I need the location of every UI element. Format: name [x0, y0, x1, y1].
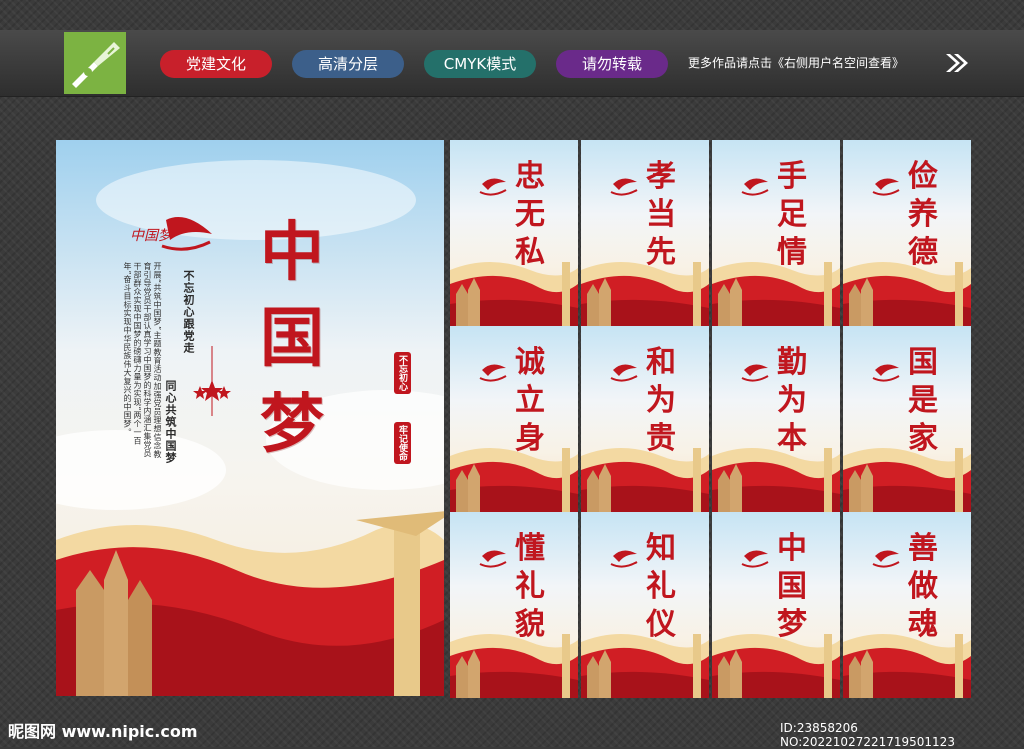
value-panel: 中国梦: [712, 512, 840, 698]
svg-text:中国梦: 中国梦: [130, 228, 174, 244]
value-panel: 善做魂: [843, 512, 971, 698]
panel-flag-art: [712, 262, 840, 326]
site-watermark: 昵图网 www.nipic.com: [8, 722, 198, 741]
china-dream-mini-logo: [610, 178, 638, 196]
china-dream-mini-logo: [610, 364, 638, 382]
value-panel: 国是家: [843, 326, 971, 512]
panel-flag-art: [843, 262, 971, 326]
double-chevron-right-icon[interactable]: [944, 52, 970, 74]
china-dream-mini-logo: [479, 550, 507, 568]
tag-cmyk-mode[interactable]: CMYK模式: [424, 50, 536, 78]
panel-flag-art: [450, 634, 578, 698]
china-dream-logo: 中国梦: [130, 217, 212, 251]
red-flag-art: [56, 511, 444, 696]
slogan-line-1: 不忘初心跟党走: [182, 270, 195, 354]
slogan-line-2: 同心共筑中国梦: [164, 380, 177, 464]
china-dream-mini-logo: [610, 550, 638, 568]
china-dream-mini-logo: [479, 178, 507, 196]
value-panel: 诚立身: [450, 326, 578, 512]
badge-bear-mission: 牢记使命: [394, 422, 411, 464]
tag-party-culture[interactable]: 党建文化: [160, 50, 272, 78]
value-panel: 俭养德: [843, 140, 971, 326]
background-canvas: 党建文化 高清分层 CMYK模式 请勿转载 更多作品请点击《右侧用户名空间查看》…: [0, 0, 1024, 749]
panel-flag-art: [843, 634, 971, 698]
main-body-text: 开展“共筑中国梦”主题教育活动加强党员理想信念教育引导党员干部认真学习中国梦的科…: [123, 262, 162, 459]
value-panel: 手足情: [712, 140, 840, 326]
china-dream-mini-logo: [872, 178, 900, 196]
value-panel: 知礼仪: [581, 512, 709, 698]
china-dream-mini-logo: [872, 364, 900, 382]
value-panel: 懂礼貌: [450, 512, 578, 698]
panel-flag-art: [450, 448, 578, 512]
image-id-text: ID:23858206 NO:20221027221719501123: [780, 721, 955, 749]
value-panel: 和为贵: [581, 326, 709, 512]
stars-icon: [193, 346, 231, 416]
value-panel: 勤为本: [712, 326, 840, 512]
panel-flag-art: [581, 634, 709, 698]
china-dream-mini-logo: [479, 364, 507, 382]
china-dream-mini-logo: [741, 364, 769, 382]
panel-flag-art: [450, 262, 578, 326]
china-dream-mini-logo: [741, 550, 769, 568]
pen-tool-icon: [64, 32, 126, 94]
value-panel: 忠无私: [450, 140, 578, 326]
main-title: 中国梦: [260, 215, 324, 462]
panel-flag-art: [581, 262, 709, 326]
tag-no-repost[interactable]: 请勿转载: [556, 50, 668, 78]
panel-flag-art: [712, 448, 840, 512]
panel-flag-art: [581, 448, 709, 512]
main-poster: 中国梦 中国梦 不忘初心跟党走 同心共筑中国梦 开展“共筑中国梦”主题教育活动加…: [56, 140, 444, 696]
badge-remember-origin: 不忘初心: [394, 352, 411, 394]
china-dream-mini-logo: [872, 550, 900, 568]
value-panel: 孝当先: [581, 140, 709, 326]
more-works-link[interactable]: 更多作品请点击《右侧用户名空间查看》: [688, 54, 904, 71]
panel-flag-art: [712, 634, 840, 698]
china-dream-mini-logo: [741, 178, 769, 196]
panel-flag-art: [843, 448, 971, 512]
tag-hd-layers[interactable]: 高清分层: [292, 50, 404, 78]
